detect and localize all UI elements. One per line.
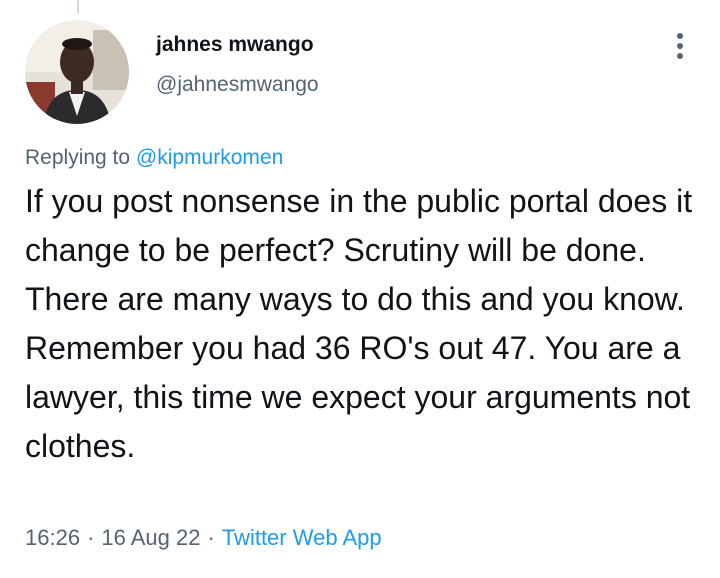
meta-separator: · (87, 525, 95, 550)
author-info[interactable]: jahnes mwango @jahnesmwango (156, 30, 319, 100)
tweet-date[interactable]: 16 Aug 22 (101, 525, 200, 550)
tweet-text: If you post nonsense in the public porta… (25, 183, 693, 464)
reply-mention-link[interactable]: @kipmurkomen (136, 146, 283, 169)
tweet-meta: 16:26 · 16 Aug 22 · Twitter Web App (25, 522, 382, 554)
more-vertical-icon (677, 33, 683, 59)
replying-to: Replying to @kipmurkomen (25, 143, 283, 173)
replying-to-label: Replying to (25, 146, 131, 169)
tweet-time[interactable]: 16:26 (25, 525, 80, 550)
display-name[interactable]: jahnes mwango (156, 30, 319, 60)
user-handle[interactable]: @jahnesmwango (156, 70, 319, 100)
meta-separator: · (207, 525, 215, 550)
tweet-source-link[interactable]: Twitter Web App (222, 525, 382, 550)
avatar[interactable] (25, 20, 129, 124)
thread-connector-line (77, 0, 79, 14)
more-options-button[interactable] (670, 30, 690, 62)
tweet-card: jahnes mwango @jahnesmwango Replying to … (0, 0, 720, 578)
